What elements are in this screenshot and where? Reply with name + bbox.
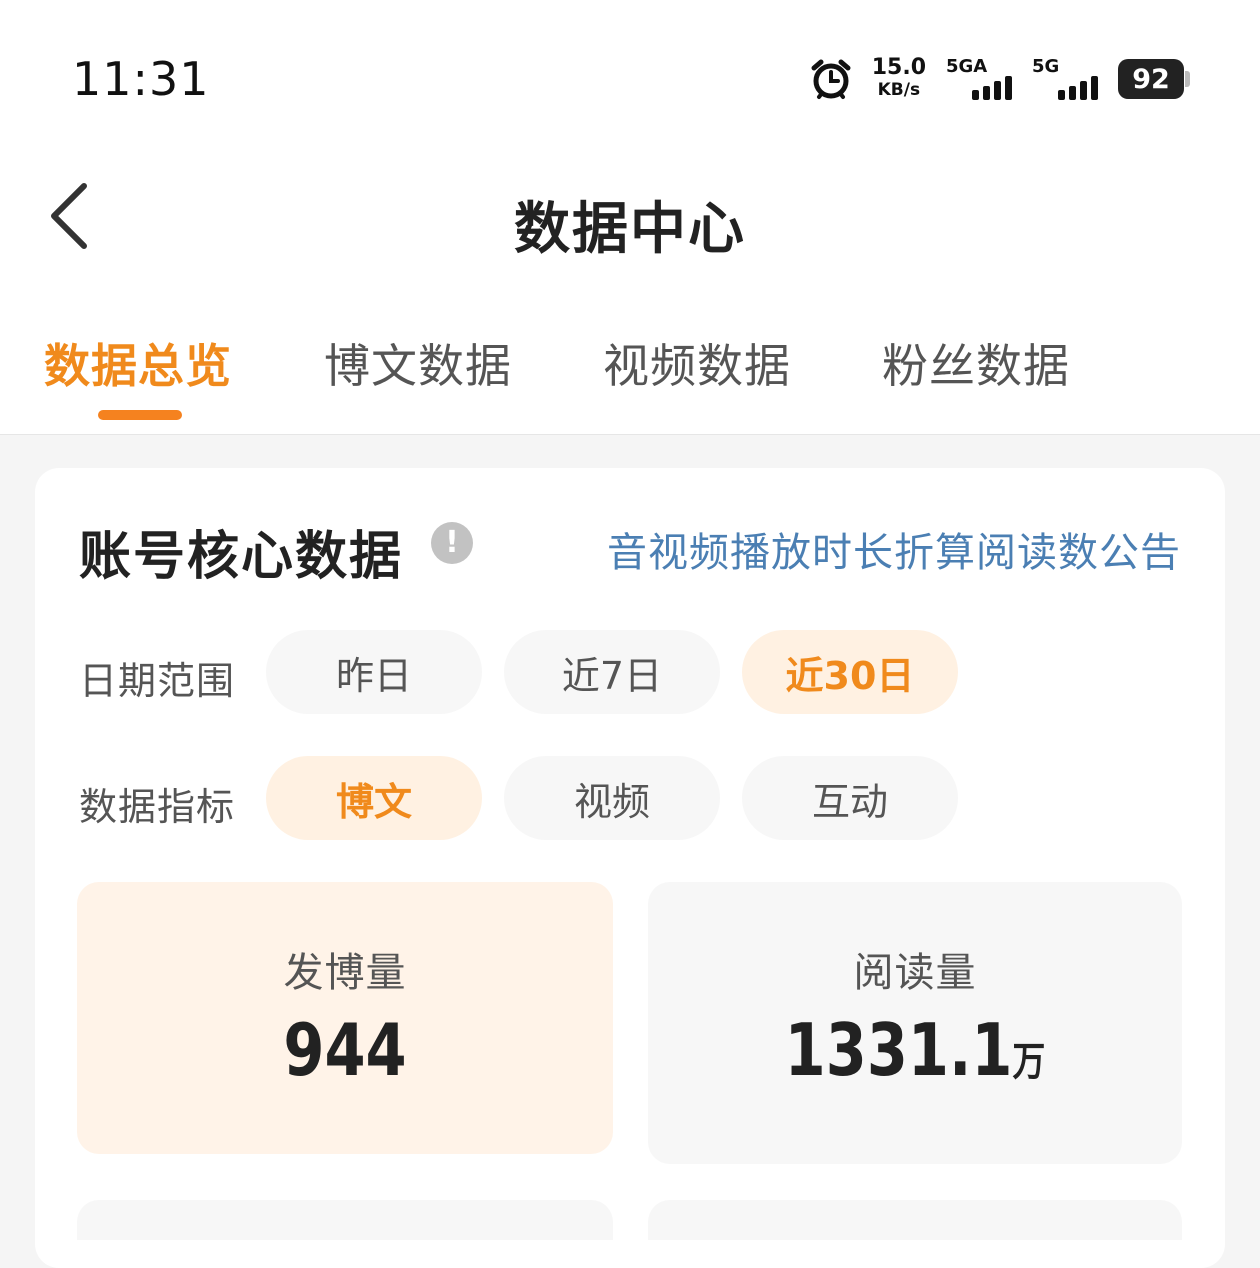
date-option-yesterday[interactable]: 昨日 — [266, 630, 482, 714]
stat-tile-next-left[interactable] — [77, 1200, 613, 1240]
battery-icon: 92 — [1118, 59, 1190, 99]
info-icon[interactable]: ! — [431, 522, 473, 564]
signal-sim1-label: 5GA — [946, 56, 988, 77]
top-section: 11:31 15.0 KB/s 5GA 5G 92 数据中心 数据总览 博文数据… — [0, 0, 1260, 435]
date-range-label: 日期范围 — [79, 659, 236, 703]
signal-sim2-icon: 5G — [1032, 56, 1098, 102]
tab-post-data[interactable]: 博文数据 — [324, 330, 512, 396]
alarm-icon — [810, 58, 852, 100]
tab-overview[interactable]: 数据总览 — [44, 330, 232, 396]
date-option-7days[interactable]: 近7日 — [504, 630, 720, 714]
battery-level: 92 — [1118, 59, 1184, 99]
page-title: 数据中心 — [514, 197, 746, 262]
stat-value: 1331.1万 — [784, 1008, 1046, 1092]
stat-tile-posts[interactable]: 发博量 944 — [77, 882, 613, 1154]
card-title: 账号核心数据 — [79, 527, 404, 587]
network-speed-value: 15.0 — [871, 55, 926, 80]
network-speed-unit: KB/s — [877, 80, 921, 100]
stat-tile-reads[interactable]: 阅读量 1331.1万 — [648, 882, 1182, 1164]
date-option-30days[interactable]: 近30日 — [742, 630, 958, 714]
stat-unit: 万 — [1012, 1039, 1046, 1085]
stat-label: 阅读量 — [853, 950, 977, 996]
signal-sim2-label: 5G — [1032, 56, 1060, 77]
metric-label: 数据指标 — [79, 785, 236, 829]
active-tab-indicator — [98, 410, 182, 420]
stat-label: 发博量 — [283, 950, 407, 996]
metric-option-video[interactable]: 视频 — [504, 756, 720, 840]
metric-option-interaction[interactable]: 互动 — [742, 756, 958, 840]
status-time: 11:31 — [72, 52, 210, 106]
account-core-data-card: 账号核心数据 ! 音视频播放时长折算阅读数公告 日期范围 昨日 近7日 近30日… — [35, 468, 1225, 1268]
status-indicators: 15.0 KB/s 5GA 5G 92 — [810, 54, 1190, 104]
tab-video-data[interactable]: 视频数据 — [603, 330, 791, 396]
signal-sim1-icon: 5GA — [946, 56, 1012, 102]
tab-fans-data[interactable]: 粉丝数据 — [882, 330, 1070, 396]
tab-bar: 数据总览 博文数据 视频数据 粉丝数据 — [0, 330, 1260, 430]
stat-tile-next-right[interactable] — [648, 1200, 1182, 1240]
notice-link[interactable]: 音视频播放时长折算阅读数公告 — [607, 520, 1181, 578]
metric-option-posts[interactable]: 博文 — [266, 756, 482, 840]
stat-value: 944 — [283, 1008, 407, 1092]
tab-overflow-fade — [1150, 330, 1260, 410]
network-speed: 15.0 KB/s — [872, 57, 926, 101]
